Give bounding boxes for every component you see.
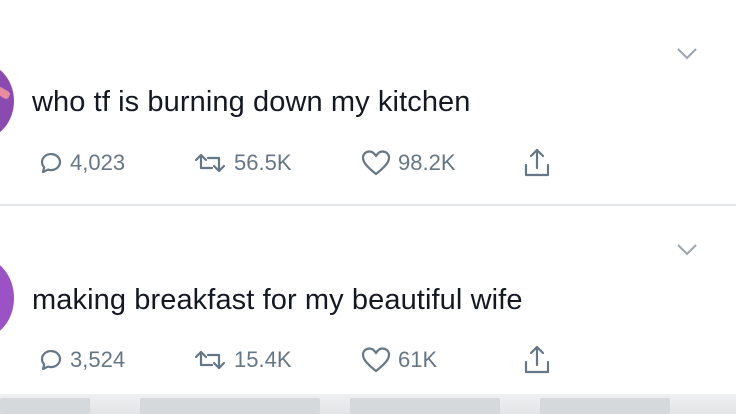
like-count: 61K xyxy=(398,347,438,372)
reply-icon xyxy=(40,152,62,174)
tweet-text: who tf is burning down my kitchen xyxy=(32,86,471,118)
retweet-count: 56.5K xyxy=(234,150,292,175)
share-icon xyxy=(524,148,550,177)
timeline: who tf is burning down my kitchen 4,023 … xyxy=(0,0,736,414)
next-tweet-preview xyxy=(0,394,736,414)
retweet-icon xyxy=(194,153,226,173)
tweet[interactable]: who tf is burning down my kitchen 4,023 … xyxy=(0,0,736,205)
avatar[interactable] xyxy=(0,63,14,139)
preview-block xyxy=(0,398,90,414)
reply-button[interactable]: 4,023 xyxy=(38,143,125,183)
heart-icon xyxy=(361,150,391,176)
tweet-actions: 4,023 56.5K 98.2K xyxy=(38,143,598,183)
share-button[interactable] xyxy=(522,340,552,380)
retweet-count: 15.4K xyxy=(234,347,292,372)
avatar[interactable] xyxy=(0,258,14,338)
share-icon xyxy=(524,345,550,374)
reply-count: 3,524 xyxy=(70,347,126,372)
like-count: 98.2K xyxy=(398,150,456,175)
tweet-text: making breakfast for my beautiful wife xyxy=(32,284,523,316)
chevron-down-icon[interactable] xyxy=(676,242,698,258)
like-button[interactable]: 98.2K xyxy=(360,143,456,183)
reply-count: 4,023 xyxy=(70,150,126,175)
like-button[interactable]: 61K xyxy=(360,340,437,380)
share-button[interactable] xyxy=(522,143,552,183)
preview-block xyxy=(140,398,320,414)
reply-icon xyxy=(40,349,62,371)
preview-block xyxy=(350,398,500,414)
preview-block xyxy=(540,398,670,414)
chevron-down-icon[interactable] xyxy=(676,46,698,62)
tweet-actions: 3,524 15.4K 61K xyxy=(38,340,598,380)
reply-button[interactable]: 3,524 xyxy=(38,340,125,380)
retweet-icon xyxy=(194,350,226,370)
heart-icon xyxy=(361,347,391,373)
retweet-button[interactable]: 56.5K xyxy=(192,143,292,183)
tweet[interactable]: making breakfast for my beautiful wife 3… xyxy=(0,206,736,396)
avatar-accent xyxy=(0,86,12,100)
retweet-button[interactable]: 15.4K xyxy=(192,340,292,380)
